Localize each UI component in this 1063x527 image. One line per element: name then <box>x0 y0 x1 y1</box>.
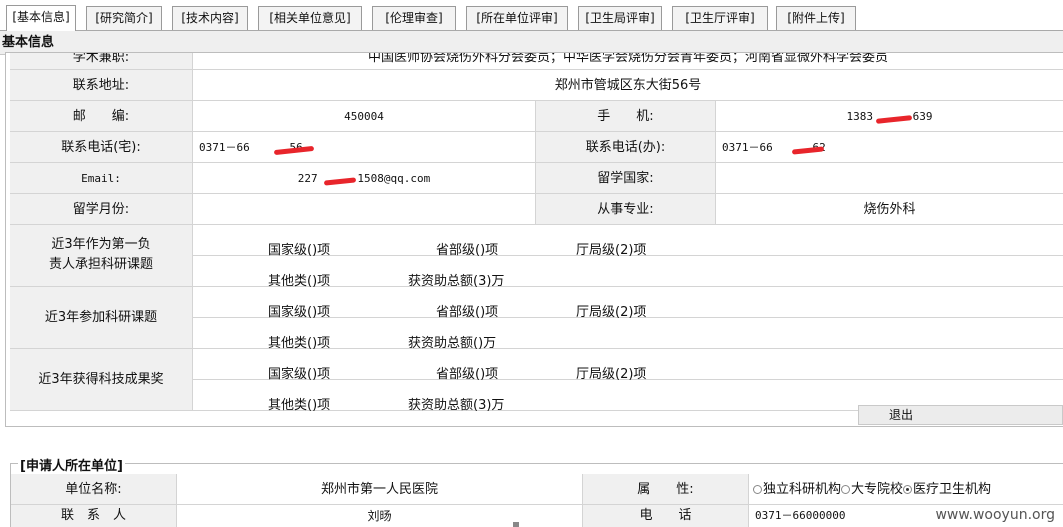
home-phone-label: 联系电话(宅): <box>10 132 193 163</box>
academic-value: 中国医师协会烧伤外科分会委员；中华医学会烧伤分会青年委员；河南省显微外科学会委员 <box>193 53 1063 70</box>
unit-phone-label: 电 话 <box>583 505 749 527</box>
award-funding: 获资助总额(3)万 <box>408 398 505 413</box>
join-national: 国家级()项 <box>268 305 331 320</box>
tab-attachment-upload[interactable]: [附件上传] <box>776 6 856 30</box>
radio-medical-institution[interactable] <box>903 485 913 494</box>
study-months-value <box>193 194 536 225</box>
major-value: 烧伤外科 <box>716 194 1063 225</box>
lead-bureau: 厅局级(2)项 <box>576 243 647 258</box>
basic-info-table: 学术兼职: 中国医师协会烧伤外科分会委员；中华医学会烧伤分会青年委员；河南省显微… <box>5 52 1063 427</box>
major-label: 从事专业: <box>536 194 716 225</box>
tab-health-bureau-review[interactable]: [卫生局评审] <box>578 6 662 30</box>
unit-name-value: 郑州市第一人民医院 <box>177 474 583 505</box>
applicant-unit-table: 单位名称: 郑州市第一人民医院 属 性: 独立科研机构 大专院校 医疗卫生机构 联 … <box>10 463 1063 527</box>
study-country-value <box>716 163 1063 194</box>
office-phone-value: 0371－66 62 <box>716 132 1063 163</box>
tab-health-dept-review[interactable]: [卫生厅评审] <box>672 6 768 30</box>
tab-basic-info[interactable]: [基本信息] <box>6 5 76 31</box>
radio-research-institute[interactable] <box>753 485 762 494</box>
option-college: 大专院校 <box>851 482 904 497</box>
tab-tech-content[interactable]: [技术内容] <box>172 6 248 30</box>
award-national: 国家级()项 <box>268 367 331 382</box>
tab-ethics-review[interactable]: [伦理审查] <box>372 6 456 30</box>
tab-related-opinions[interactable]: [相关单位意见] <box>258 6 362 30</box>
applicant-unit-legend: [申请人所在单位] <box>18 455 125 474</box>
tab-bar: [基本信息] [研究简介] [技术内容] [相关单位意见] [伦理审查] [所在… <box>0 0 1063 31</box>
study-country-label: 留学国家: <box>536 163 716 194</box>
lead-projects-label: 近3年作为第一负 责人承担科研课题 <box>10 225 193 287</box>
postcode-value: 450004 <box>193 101 536 132</box>
radio-college[interactable] <box>841 485 851 494</box>
exit-button[interactable]: 退出 <box>858 405 1063 425</box>
join-bureau: 厅局级(2)项 <box>576 305 647 320</box>
award-bureau: 厅局级(2)项 <box>576 367 647 382</box>
office-phone-label: 联系电话(办): <box>536 132 716 163</box>
join-projects-label: 近3年参加科研课题 <box>10 287 193 349</box>
contact-label: 联 系 人 <box>11 505 177 527</box>
unit-type-options: 独立科研机构 大专院校 医疗卫生机构 <box>749 474 1063 505</box>
award-provincial: 省部级()项 <box>436 367 499 382</box>
watermark: www.wooyun.org <box>935 507 1055 523</box>
unit-type-label: 属 性: <box>583 474 749 505</box>
email-value: 227 1508@qq.com <box>193 163 536 194</box>
join-provincial: 省部级()项 <box>436 305 499 320</box>
unit-name-label: 单位名称: <box>11 474 177 505</box>
option-research-institute: 独立科研机构 <box>763 482 842 497</box>
tab-unit-review[interactable]: [所在单位评审] <box>466 6 568 30</box>
address-label: 联系地址: <box>10 70 193 101</box>
study-months-label: 留学月份: <box>10 194 193 225</box>
lead-national: 国家级()项 <box>268 243 331 258</box>
mobile-label: 手 机: <box>536 101 716 132</box>
address-value: 郑州市管城区东大街56号 <box>193 70 1063 101</box>
postcode-label: 邮 编: <box>10 101 193 132</box>
award-other: 其他类()项 <box>268 398 331 413</box>
option-medical-institution: 医疗卫生机构 <box>913 482 992 497</box>
scrollbar-grip[interactable] <box>513 522 519 527</box>
home-phone-value: 0371－66 56 <box>193 132 536 163</box>
email-label: Email: <box>10 163 193 194</box>
contact-value: 刘旸 <box>177 505 583 527</box>
award-label: 近3年获得科技成果奖 <box>10 349 193 411</box>
academic-label: 学术兼职: <box>10 53 193 70</box>
lead-provincial: 省部级()项 <box>436 243 499 258</box>
tab-research-intro[interactable]: [研究简介] <box>86 6 162 30</box>
